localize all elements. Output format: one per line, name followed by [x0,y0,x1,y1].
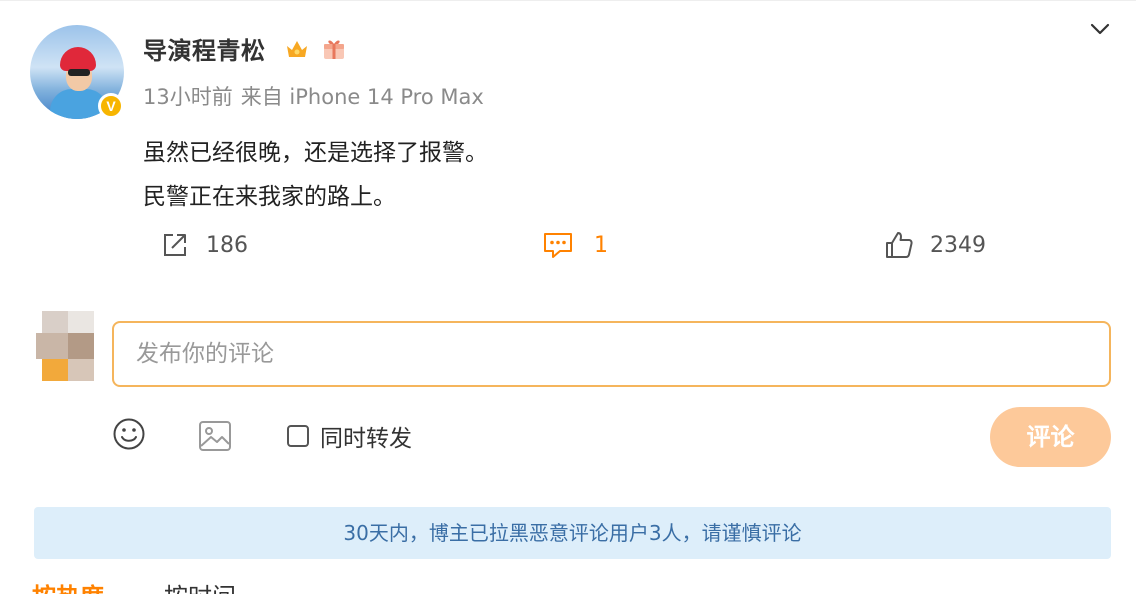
comment-count: 1 [594,232,608,258]
tab-sort-by-time[interactable]: 按时间 [164,583,236,594]
verified-badge: V [98,93,124,119]
crown-icon [287,41,307,57]
image-icon[interactable] [198,420,232,452]
comment-icon [544,233,572,258]
author-name[interactable]: 导演程青松 [143,31,266,66]
like-icon [886,232,913,258]
weibo-post-card: V 导演程青松 13小时前 来自 iPhone 14 Pro Max 虽然已经很晚… [0,0,1136,594]
post-line: 民警正在来我家的路上。 [143,184,396,210]
current-user-avatar [36,311,94,381]
chevron-down-icon[interactable] [1088,19,1112,39]
like-button[interactable]: 2349 [884,227,986,263]
forward-checkbox[interactable] [287,425,309,447]
post-source: 来自 iPhone 14 Pro Max [240,85,484,109]
comment-input[interactable]: 发布你的评论 [112,321,1111,387]
post-content: 虽然已经很晚，还是选择了报警。 民警正在来我家的路上。 [143,131,488,219]
gift-icon [324,40,344,59]
comment-sort-tabs: 按热度 按时间 [32,583,332,594]
avatar-figure-glasses [68,69,90,76]
emoji-icon[interactable] [112,417,146,451]
comment-button[interactable]: 1 [542,227,608,263]
forward-label[interactable]: 同时转发 [320,419,412,453]
post-meta: 13小时前 来自 iPhone 14 Pro Max [143,81,492,111]
tab-sort-by-hot[interactable]: 按热度 [32,583,104,594]
like-count: 2349 [930,232,986,258]
post-time[interactable]: 13小时前 [143,85,233,109]
blocked-users-notice: 30天内，博主已拉黑恶意评论用户3人，请谨慎评论 [34,507,1111,559]
submit-comment-button[interactable]: 评论 [990,407,1111,467]
share-icon [164,234,186,256]
share-count: 186 [206,232,248,258]
post-line: 虽然已经很晚，还是选择了报警。 [143,140,488,166]
avatar-figure-hat [60,47,96,71]
share-button[interactable]: 186 [160,227,248,263]
